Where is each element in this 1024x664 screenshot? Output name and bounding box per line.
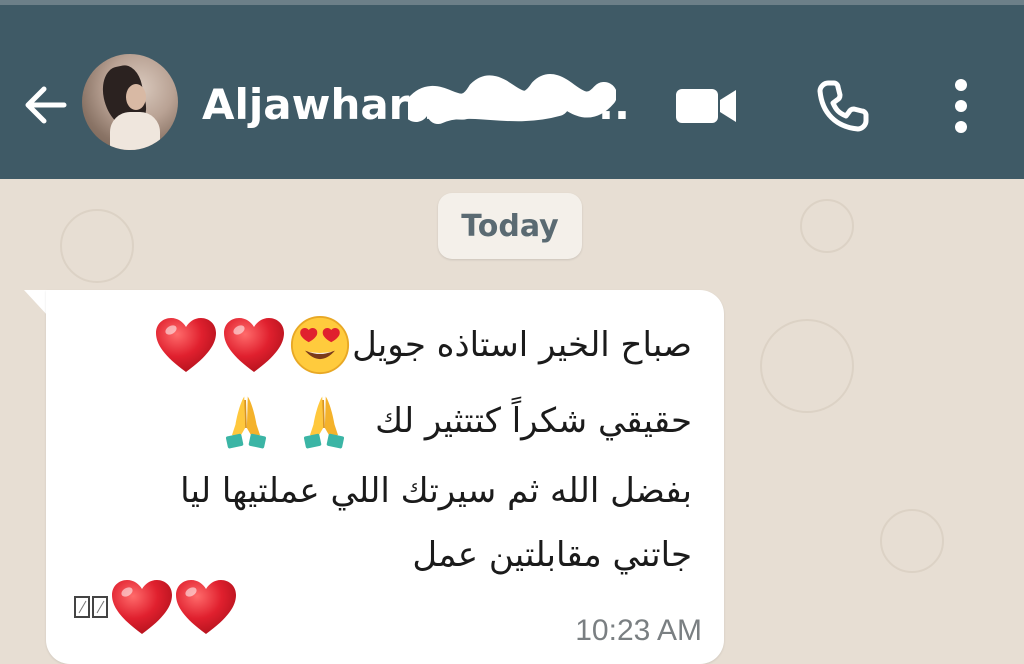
missing-glyph-icon	[92, 596, 108, 618]
wallpaper-doodle	[60, 209, 134, 283]
contact-avatar[interactable]	[82, 54, 178, 150]
heart-eyes-icon	[290, 315, 350, 375]
arrow-left-icon[interactable]	[20, 79, 72, 131]
message-line-4: جاتني مقابلتين عمل	[412, 535, 692, 575]
message-text-2: حقيقي شكراً كتتثير لك	[375, 401, 692, 441]
folded-hands-icon	[221, 393, 271, 449]
bubble-tail	[24, 290, 48, 316]
message-line-3: بفضل الله ثم سيرتك اللي عملتيها ليا	[180, 471, 692, 511]
wallpaper-doodle	[800, 199, 854, 253]
message-line-5	[74, 574, 238, 640]
contact-name[interactable]: Aljawhara	[202, 75, 438, 135]
red-heart-icon	[110, 578, 174, 636]
message-line-2: حقيقي شكراً كتتثير لك	[219, 388, 692, 454]
folded-hands-icon	[299, 393, 349, 449]
more-vert-icon[interactable]	[946, 77, 976, 135]
video-call-icon[interactable]	[674, 83, 738, 129]
date-divider: Today	[438, 193, 582, 259]
redaction-scribble	[408, 74, 616, 124]
message-text-1: صباح الخير استاذه جويل	[352, 325, 692, 365]
red-heart-icon	[222, 316, 286, 374]
missing-glyph-icon	[74, 596, 90, 618]
avatar-body	[110, 112, 160, 150]
name-truncation: ..	[598, 80, 630, 129]
message-timestamp: 10:23 AM	[575, 614, 702, 647]
red-heart-icon	[174, 578, 238, 636]
incoming-message-bubble[interactable]: صباح الخير استاذه جويل حقيقي شكراً كتتثي…	[46, 290, 724, 664]
message-line-1: صباح الخير استاذه جويل	[152, 312, 692, 378]
phone-icon[interactable]	[814, 79, 870, 135]
wallpaper-doodle	[760, 319, 854, 413]
avatar-face	[126, 84, 146, 110]
red-heart-icon	[154, 316, 218, 374]
wallpaper-doodle	[880, 509, 944, 573]
chat-header: Aljawhara ..	[0, 5, 1024, 179]
